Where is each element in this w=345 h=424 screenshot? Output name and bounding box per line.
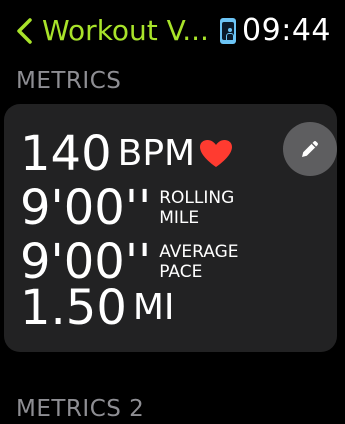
distance-unit: MI (132, 287, 175, 328)
metric-rolling-mile: 9'00'' ROLLING MILE (20, 180, 234, 236)
metric-distance: 1.50 MI (20, 280, 175, 336)
chevron-left-icon (17, 18, 32, 44)
edit-button[interactable] (283, 122, 337, 176)
pencil-icon (302, 141, 318, 157)
back-button[interactable]: Workout V... (14, 10, 209, 52)
heart-rate-unit: BPM (117, 133, 196, 174)
workout-app-icon (220, 18, 236, 44)
heart-rate-value: 140 (20, 126, 112, 182)
rolling-mile-unit: ROLLING MILE (159, 188, 234, 228)
average-pace-unit-line2: PACE (159, 262, 203, 282)
back-label: Workout V... (42, 14, 209, 47)
heart-icon (200, 140, 233, 167)
clock: 09:44 (242, 13, 331, 48)
metric-heart-rate: 140 BPM (20, 126, 233, 182)
section-header-metrics: METRICS (16, 68, 122, 94)
rolling-mile-unit-line2: MILE (159, 208, 200, 228)
distance-value: 1.50 (20, 280, 127, 336)
metrics-card[interactable]: 140 BPM 9'00'' ROLLING MILE 9'00'' AVERA… (4, 104, 337, 352)
status-bar: Workout V... 09:44 (0, 0, 345, 60)
average-pace-unit-line1: AVERAGE (159, 242, 239, 262)
rolling-mile-value: 9'00'' (20, 180, 152, 236)
average-pace-unit: AVERAGE PACE (159, 242, 238, 282)
rolling-mile-unit-line1: ROLLING (159, 188, 235, 208)
